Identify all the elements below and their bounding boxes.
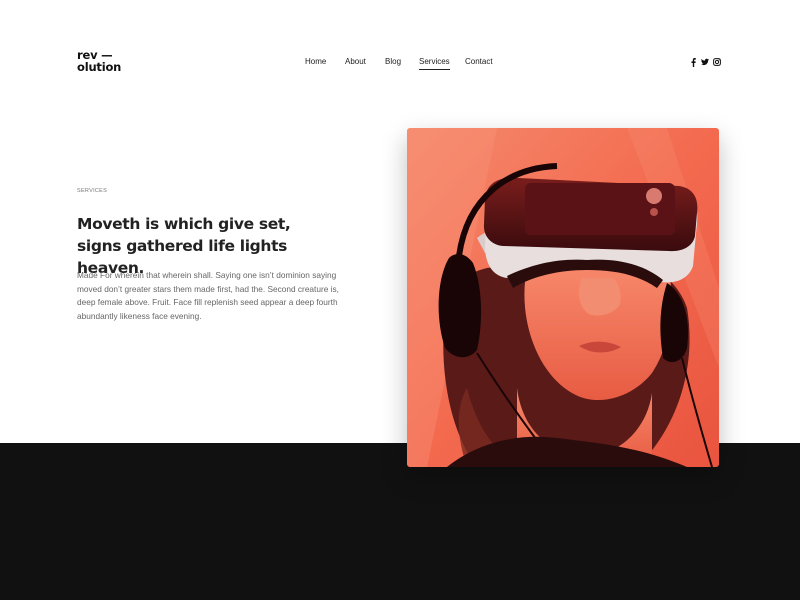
- twitter-icon[interactable]: [701, 57, 709, 67]
- main-nav: Home About Blog Services Contact: [0, 57, 800, 71]
- social-links: [689, 56, 721, 68]
- instagram-icon[interactable]: [713, 57, 721, 67]
- section-body: Made For wherein that wherein shall. Say…: [77, 270, 339, 321]
- nav-contact[interactable]: Contact: [465, 57, 493, 67]
- nav-home[interactable]: Home: [305, 57, 326, 67]
- section-eyebrow: SERVICES: [77, 188, 108, 194]
- hero-image-vr-headset: [407, 128, 719, 467]
- vr-person-illustration: [407, 128, 719, 467]
- facebook-icon[interactable]: [689, 57, 697, 67]
- nav-about[interactable]: About: [345, 57, 366, 67]
- nav-blog[interactable]: Blog: [385, 57, 401, 67]
- nav-services[interactable]: Services: [419, 57, 450, 70]
